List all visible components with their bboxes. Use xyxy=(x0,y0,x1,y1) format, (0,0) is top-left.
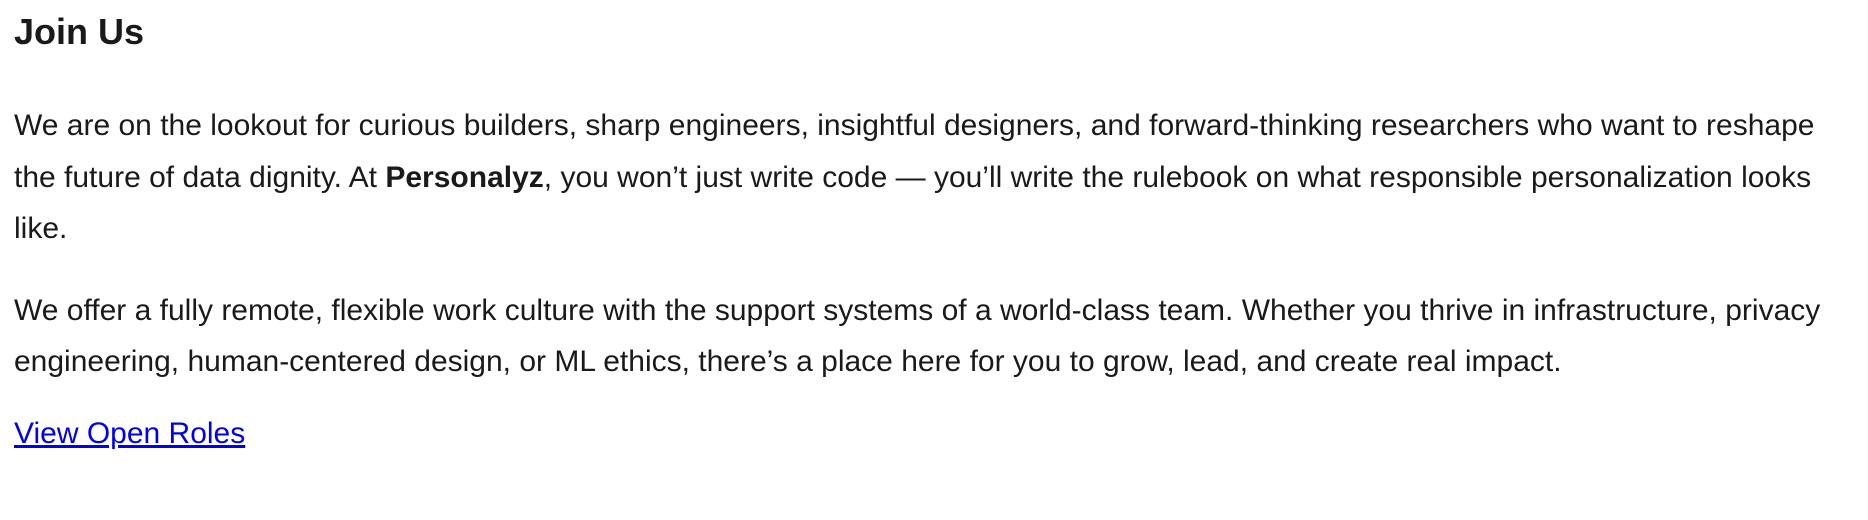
view-open-roles-link[interactable]: View Open Roles xyxy=(14,412,245,456)
mission-paragraph: We are on the lookout for curious builde… xyxy=(14,100,1864,255)
culture-paragraph: We offer a fully remote, flexible work c… xyxy=(14,293,1821,379)
brand-name: Personalyz xyxy=(385,160,544,194)
join-us-section: Join Us We are on the lookout for curiou… xyxy=(0,0,1868,456)
join-us-heading: Join Us xyxy=(14,11,145,52)
